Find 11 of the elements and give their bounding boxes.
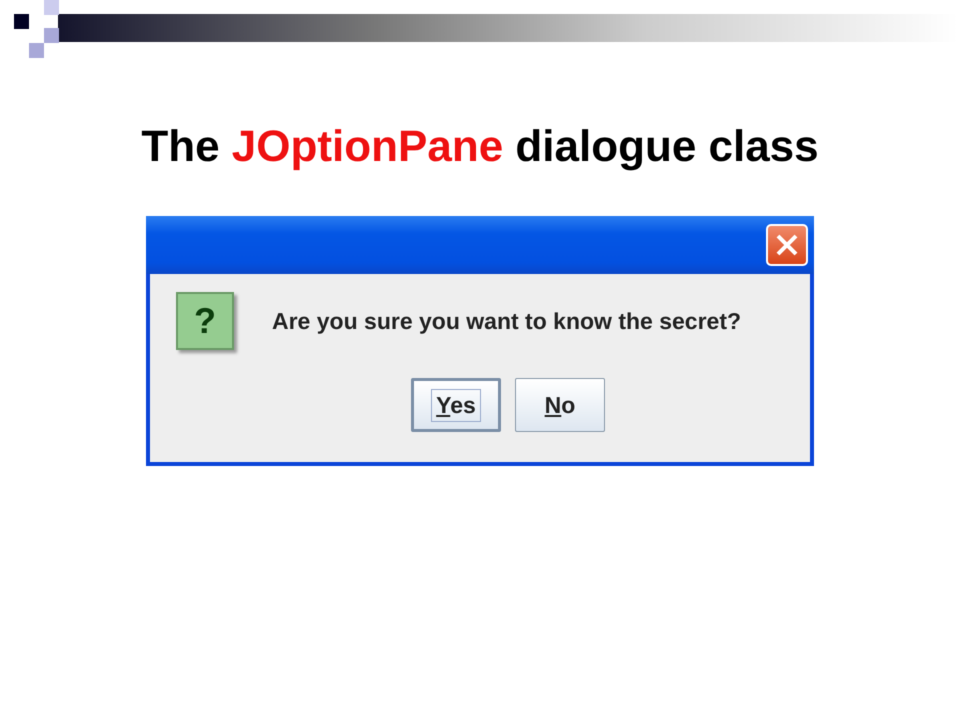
- header-square: [44, 0, 59, 15]
- header-square: [14, 14, 29, 29]
- close-icon: [775, 233, 799, 257]
- dialog-button[interactable]: Yes: [411, 378, 501, 432]
- dialog-button[interactable]: No: [515, 378, 605, 432]
- question-icon: ?: [176, 292, 234, 350]
- slide-title: The JOptionPane dialogue class: [141, 122, 819, 172]
- header-square: [44, 28, 59, 43]
- close-button[interactable]: [766, 224, 808, 266]
- header-square: [29, 43, 44, 58]
- dialog-message: Are you sure you want to know the secret?: [272, 308, 742, 334]
